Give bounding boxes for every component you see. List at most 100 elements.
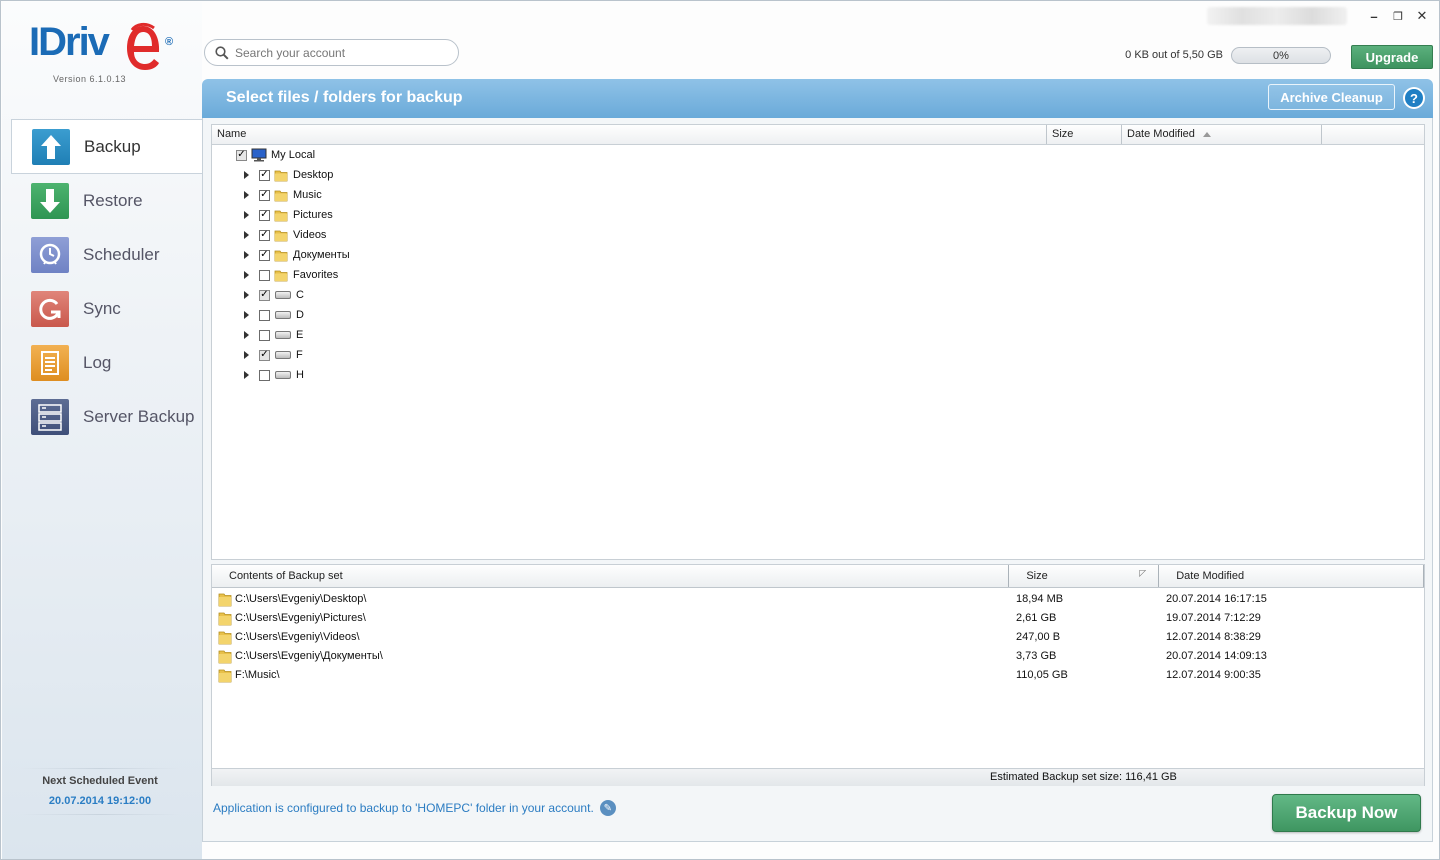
tree-row[interactable]: H: [244, 365, 304, 385]
next-event-time[interactable]: 20.07.2014 19:12:00: [20, 795, 180, 807]
tree-label: H: [296, 369, 304, 381]
sidebar: IDriv ® Version 6.1.0.13 Backup Restore: [2, 2, 204, 859]
checkbox[interactable]: ✓: [259, 249, 270, 261]
sidebar-item-label: Scheduler: [83, 245, 160, 264]
backup-set-row[interactable]: C:\Users\Evgeniy\Pictures\ 2,61 GB 19.07.2…: [212, 608, 1424, 627]
minimize-button[interactable]: –: [1363, 8, 1385, 24]
tree-row[interactable]: ✓ Music: [244, 185, 322, 205]
sidebar-item-backup[interactable]: Backup: [11, 119, 204, 174]
folder-icon: [218, 610, 235, 626]
help-button[interactable]: ?: [1403, 87, 1425, 109]
restore-button[interactable]: ❐: [1387, 8, 1409, 24]
edit-pencil-icon[interactable]: ✎: [599, 800, 616, 816]
checkbox[interactable]: ✓: [236, 149, 247, 161]
sidebar-item-label: Backup: [84, 136, 141, 156]
checkbox[interactable]: ✓: [259, 349, 270, 361]
backup-location-note: Application is configured to backup to '…: [213, 800, 616, 816]
column-name[interactable]: Name: [212, 125, 1047, 144]
folder-icon: [274, 228, 293, 242]
tree-row[interactable]: ✓ Документы: [244, 245, 350, 265]
backup-set-size: 3,73 GB: [1016, 649, 1057, 662]
checkbox[interactable]: [259, 269, 270, 281]
expand-arrow-icon[interactable]: [244, 171, 249, 179]
window-controls: – ❐ ✕: [1207, 7, 1433, 25]
backup-set-size: 247,00 B: [1016, 630, 1061, 643]
backup-set-path: C:\Users\Evgeniy\Videos\: [235, 630, 360, 643]
folder-icon: [274, 208, 293, 222]
tree-label: Videos: [293, 229, 327, 241]
backup-set-row[interactable]: C:\Users\Evgeniy\Desktop\ 18,94 MB 20.07.2…: [212, 589, 1424, 608]
backup-set-panel: Contents of Backup set Size ◸ Date Modifi…: [211, 564, 1425, 786]
backup-set-date: 19.07.2014 7:12:29: [1166, 611, 1261, 624]
backup-set-size: 18,94 MB: [1016, 592, 1064, 605]
search-input[interactable]: [235, 45, 445, 60]
column-contents[interactable]: Contents of Backup set: [212, 565, 1010, 587]
upgrade-button[interactable]: Upgrade: [1351, 45, 1433, 69]
backup-now-button[interactable]: Backup Now: [1272, 794, 1421, 832]
sidebar-item-restore[interactable]: Restore: [11, 174, 204, 228]
tree-row[interactable]: E: [244, 325, 303, 345]
tree-label: My Local: [271, 149, 316, 161]
expand-arrow-icon[interactable]: [244, 211, 249, 219]
expand-arrow-icon[interactable]: [244, 311, 249, 319]
expand-arrow-icon[interactable]: [244, 371, 249, 379]
storage-usage-percent: 0%: [1273, 49, 1289, 62]
backup-set-date: 12.07.2014 9:00:35: [1166, 668, 1261, 681]
close-button[interactable]: ✕: [1411, 8, 1433, 24]
backup-set-path: C:\Users\Evgeniy\Pictures\: [235, 611, 366, 624]
sidebar-item-scheduler[interactable]: Scheduler: [11, 228, 204, 282]
backup-set-row[interactable]: C:\Users\Evgeniy\Videos\ 247,00 B 12.07.20…: [212, 627, 1424, 646]
checkbox[interactable]: ✓: [259, 189, 270, 201]
tree-label: C: [296, 289, 304, 301]
expand-arrow-icon[interactable]: [244, 291, 249, 299]
archive-cleanup-button[interactable]: Archive Cleanup: [1268, 84, 1395, 110]
backup-set-row[interactable]: C:\Users\Evgeniy\Документы\ 3,73 GB 20.07.…: [212, 646, 1424, 665]
estimated-size-bar: Estimated Backup set size: 116,41 GB: [212, 768, 1424, 786]
logo-e-icon: [127, 22, 160, 70]
tree-row-my-local[interactable]: ✓ My Local: [236, 145, 315, 165]
checkbox[interactable]: ✓: [259, 169, 270, 181]
checkbox[interactable]: [259, 369, 270, 381]
checkbox[interactable]: [259, 329, 270, 341]
idrive-logo: IDriv ® Version 6.1.0.13: [29, 22, 179, 92]
drive-icon: [275, 291, 291, 299]
checkbox[interactable]: ✓: [259, 209, 270, 221]
checkbox[interactable]: [259, 309, 270, 321]
backup-set-header: Contents of Backup set Size ◸ Date Modifi…: [212, 565, 1424, 588]
expand-arrow-icon[interactable]: [244, 251, 249, 259]
sidebar-item-label: Server Backup: [83, 407, 195, 426]
checkbox[interactable]: ✓: [259, 289, 270, 301]
tree-row[interactable]: ✓ C: [244, 285, 304, 305]
app-version: Version 6.1.0.13: [53, 74, 127, 84]
expand-arrow-icon[interactable]: [244, 231, 249, 239]
checkbox[interactable]: ✓: [259, 229, 270, 241]
tree-row[interactable]: ✓ F: [244, 345, 303, 365]
tree-row[interactable]: ✓ Videos: [244, 225, 326, 245]
sidebar-item-sync[interactable]: Sync: [11, 282, 204, 336]
drive-icon: [275, 351, 291, 359]
backup-set-row[interactable]: F:\Music\ 110,05 GB 12.07.2014 9:00:35: [212, 665, 1424, 684]
sort-ascending-icon: [1202, 131, 1211, 137]
sidebar-item-server-backup[interactable]: Server Backup: [11, 390, 204, 444]
tree-row[interactable]: D: [244, 305, 304, 325]
column-date-modified[interactable]: Date Modified: [1122, 125, 1322, 144]
log-icon: [31, 345, 69, 381]
expand-arrow-icon[interactable]: [244, 351, 249, 359]
expand-arrow-icon[interactable]: [244, 271, 249, 279]
expand-arrow-icon[interactable]: [244, 191, 249, 199]
column-size[interactable]: Size: [1047, 125, 1122, 144]
folder-icon: [218, 667, 235, 683]
column-date-modified[interactable]: Date Modified: [1159, 565, 1424, 587]
expand-arrow-icon[interactable]: [244, 331, 249, 339]
sidebar-item-log[interactable]: Log: [11, 336, 204, 390]
column-spacer: [1322, 125, 1424, 144]
tree-label: Pictures: [293, 209, 333, 221]
column-size[interactable]: Size ◸: [1009, 565, 1160, 587]
tree-row[interactable]: ✓ Desktop: [244, 165, 333, 185]
tree-row[interactable]: ✓ Pictures: [244, 205, 333, 225]
next-event-title: Next Scheduled Event: [42, 775, 158, 787]
tree-row[interactable]: Favorites: [244, 265, 338, 285]
main-panel: Name Size Date Modified ✓ My Local ✓ Desk…: [202, 118, 1433, 842]
divider: [20, 768, 180, 769]
sidebar-item-label: Restore: [83, 191, 143, 210]
